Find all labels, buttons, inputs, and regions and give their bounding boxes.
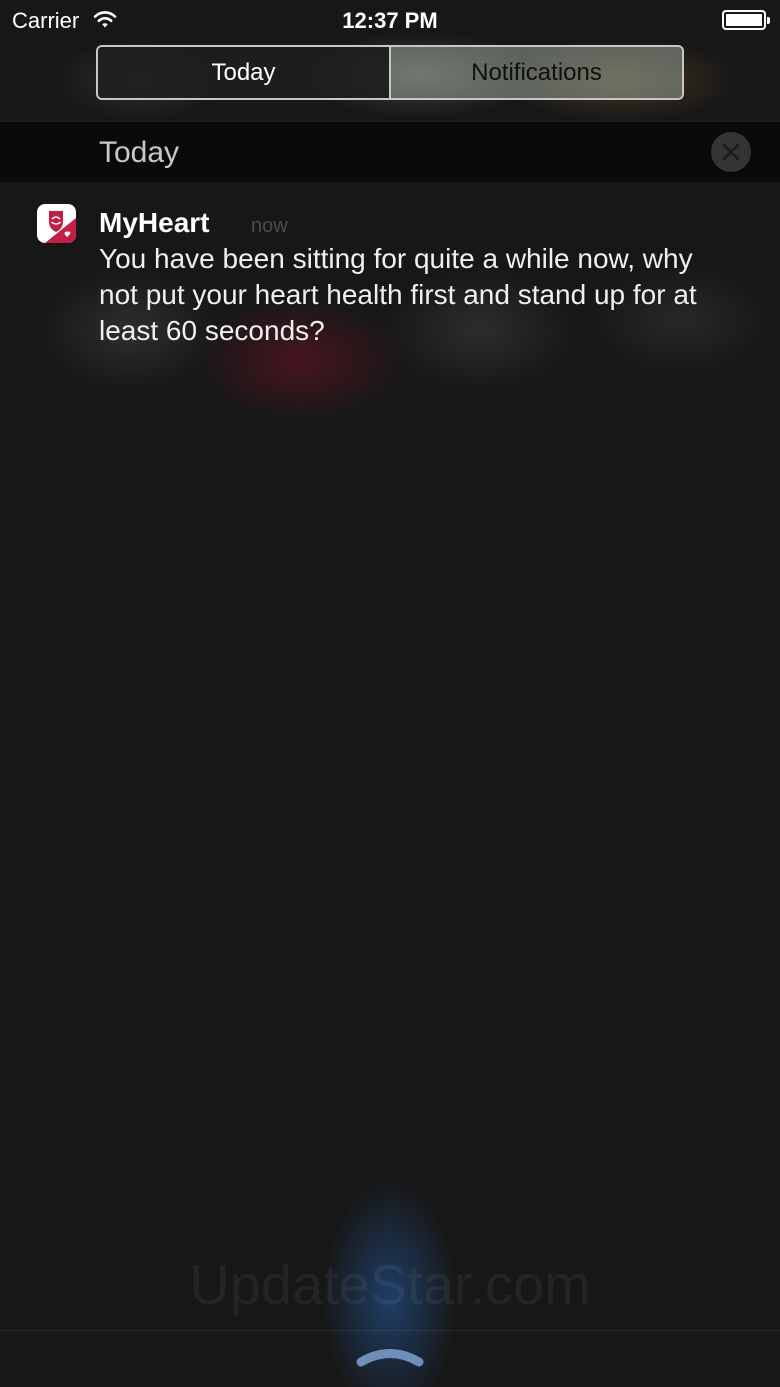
clear-notifications-button[interactable] [711,132,751,172]
status-bar: Carrier 12:37 PM [0,0,780,40]
notification-message: You have been sitting for quite a while … [99,243,697,346]
chevron-up-icon[interactable] [355,1343,425,1369]
status-time: 12:37 PM [342,8,438,33]
close-icon [722,143,740,161]
tab-notifications-label: Notifications [471,58,602,86]
tab-notifications[interactable]: Notifications [389,47,682,98]
tab-today[interactable]: Today [98,47,389,98]
section-title: Today [99,136,180,169]
notification-item[interactable]: MyHeart now You have been sitting for qu… [0,190,780,360]
battery-icon [722,10,770,30]
tab-today-label: Today [211,58,276,86]
notification-center: Carrier 12:37 PM Today Notifications Tod… [0,0,780,1387]
notification-timestamp: now [251,215,288,237]
watermark: UpdateStar.com [189,1253,591,1316]
notification-app-name: MyHeart [99,207,210,238]
section-header: Today [0,121,780,182]
myheart-app-icon [37,204,76,243]
view-switcher: Today Notifications [96,45,684,100]
